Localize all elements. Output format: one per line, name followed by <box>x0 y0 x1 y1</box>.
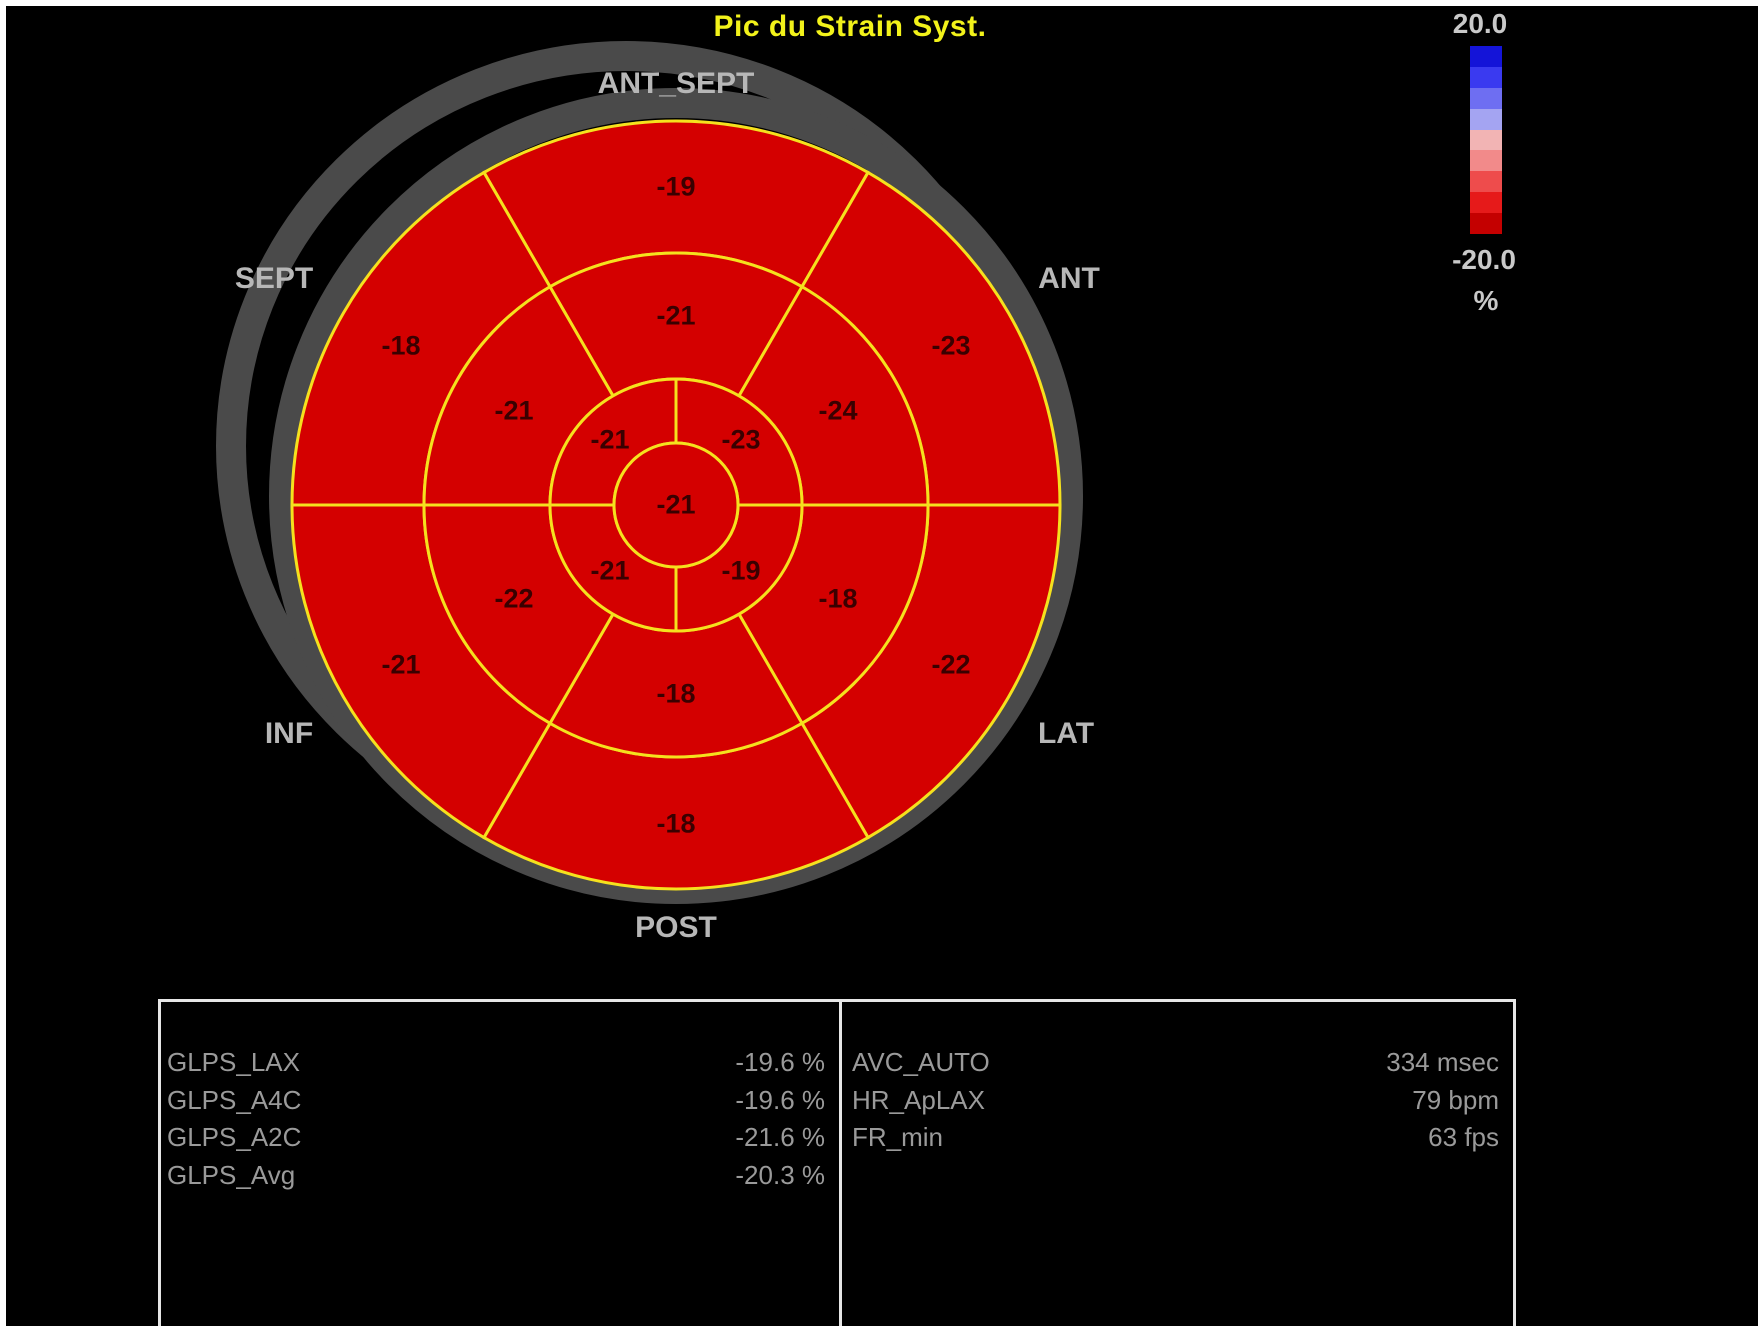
measurement-row: GLPS_A2C -21.6 % <box>161 1119 839 1157</box>
measurement-label: GLPS_A2C <box>167 1122 302 1153</box>
measurement-value: -20.3 % <box>735 1159 825 1190</box>
color-scale-bar <box>1470 46 1502 235</box>
segment-value-apex: -21 <box>656 489 696 520</box>
segment-value-basal-inf: -21 <box>381 649 421 680</box>
segment-value-mid-lat: -18 <box>818 583 858 614</box>
measurement-value: -19.6 % <box>735 1084 825 1115</box>
measurement-table: GLPS_LAX -19.6 % GLPS_A4C -19.6 % GLPS_A… <box>158 999 1516 1326</box>
scale-max-label: 20.0 <box>1452 8 1508 39</box>
scale-unit-label: % <box>1473 285 1499 316</box>
measurement-row: GLPS_A4C -19.6 % <box>161 1082 839 1120</box>
measurement-value: -21.6 % <box>735 1122 825 1153</box>
measurement-value: 63 fps <box>1428 1122 1499 1153</box>
measurement-value: 79 bpm <box>1412 1084 1499 1115</box>
wall-label-ant: ANT <box>1038 262 1100 295</box>
strain-display: Pic du Strain Syst. ANT_SEPT ANT LAT POS… <box>6 6 1758 1326</box>
measurement-label: GLPS_Avg <box>167 1159 296 1190</box>
color-scale-swatch <box>1470 150 1502 172</box>
color-scale-swatch <box>1470 108 1502 130</box>
segment-value-apical-septal: -21 <box>590 424 630 455</box>
measurement-label: AVC_AUTO <box>852 1047 990 1078</box>
measurement-label: HR_ApLAX <box>852 1084 985 1115</box>
measurement-row: FR_min 63 fps <box>842 1119 1513 1157</box>
color-scale-swatch <box>1470 46 1502 67</box>
color-scale-swatch <box>1470 87 1502 109</box>
measurement-row: GLPS_Avg -20.3 % <box>161 1157 839 1195</box>
color-scale-swatch <box>1470 66 1502 88</box>
segment-value-apical-lateral: -19 <box>721 555 761 586</box>
segment-value-mid-inf: -22 <box>494 583 534 614</box>
segment-value-apical-anterior: -23 <box>721 424 761 455</box>
measurement-label: GLPS_LAX <box>167 1047 300 1078</box>
segment-value-basal-post: -18 <box>656 808 696 839</box>
measurement-row: AVC_AUTO 334 msec <box>842 1044 1513 1082</box>
wall-label-ant-sept: ANT_SEPT <box>597 67 755 100</box>
segment-value-basal-lat: -22 <box>931 649 971 680</box>
color-scale-swatch <box>1470 129 1502 151</box>
segment-value-basal-sept: -18 <box>381 330 421 361</box>
wall-label-inf: INF <box>264 717 314 750</box>
measurement-row: HR_ApLAX 79 bpm <box>842 1082 1513 1120</box>
segment-value-mid-post: -18 <box>656 678 696 709</box>
measurement-value: 334 msec <box>1386 1047 1499 1078</box>
segment-value-basal-ant: -23 <box>931 330 971 361</box>
segment-value-mid-ant-sept: -21 <box>656 300 696 331</box>
measurement-row: GLPS_LAX -19.6 % <box>161 1044 839 1082</box>
wall-label-post: POST <box>635 911 717 944</box>
measurement-label: FR_min <box>852 1122 944 1153</box>
segment-value-mid-sept: -21 <box>494 395 534 426</box>
wall-label-lat: LAT <box>1037 717 1095 750</box>
scale-min-label: -20.0 <box>1452 244 1516 275</box>
measurement-value: -19.6 % <box>735 1047 825 1078</box>
color-scale-swatch <box>1470 213 1502 235</box>
measurement-label: GLPS_A4C <box>167 1084 302 1115</box>
glps-panel: GLPS_LAX -19.6 % GLPS_A4C -19.6 % GLPS_A… <box>161 1002 842 1326</box>
color-scale-swatch <box>1470 171 1502 193</box>
segment-value-apical-inferior: -21 <box>590 555 630 586</box>
timing-panel: AVC_AUTO 334 msec HR_ApLAX 79 bpm FR_min… <box>842 1002 1513 1326</box>
color-scale-swatch <box>1470 192 1502 214</box>
segment-value-basal-ant-sept: -19 <box>656 171 696 202</box>
segment-value-mid-ant: -24 <box>818 395 858 426</box>
wall-label-sept: SEPT <box>234 262 314 295</box>
